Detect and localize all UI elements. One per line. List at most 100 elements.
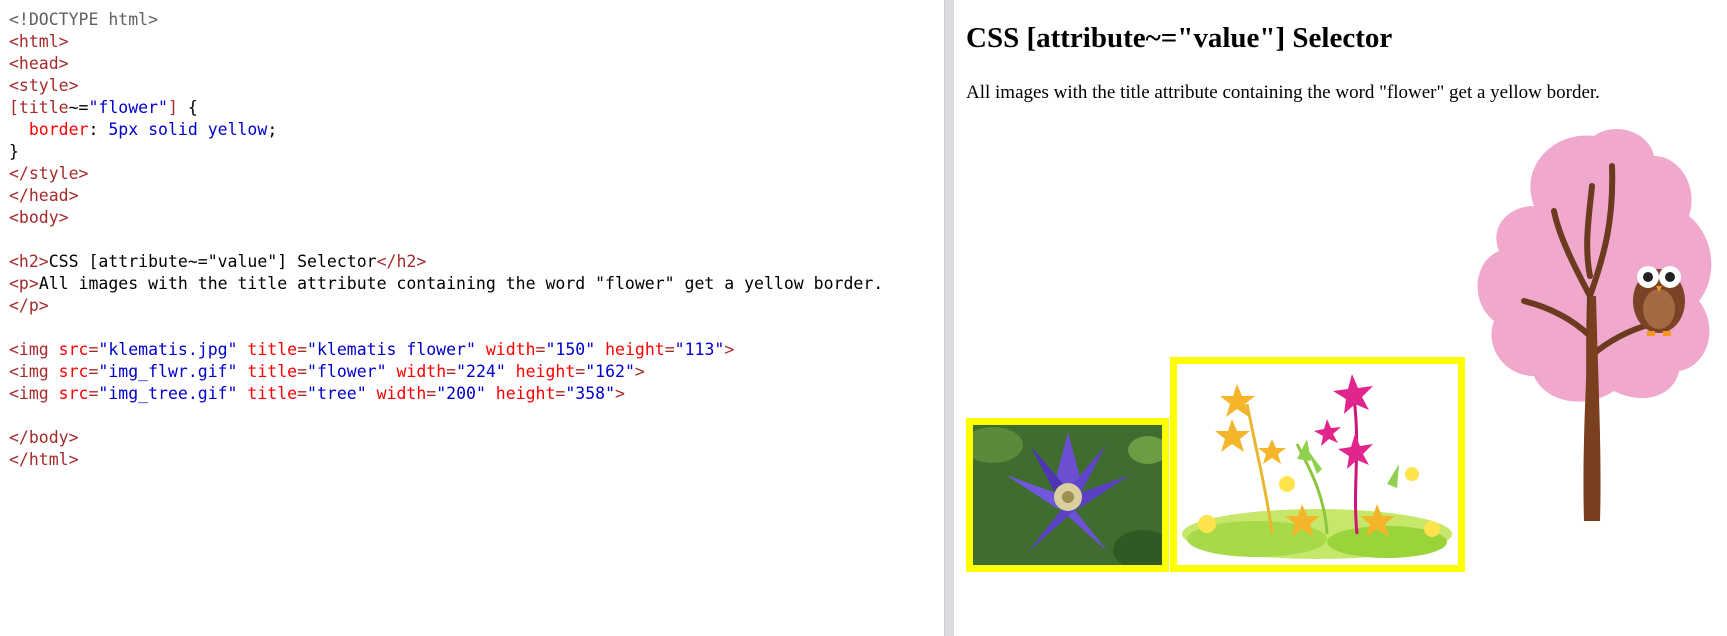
code-token: </head> xyxy=(9,186,79,205)
code-token: > xyxy=(615,384,625,403)
code-token: height xyxy=(485,384,556,403)
code-token: "200" xyxy=(436,384,486,403)
code-line: </p> xyxy=(9,295,883,317)
code-token: height xyxy=(505,362,576,381)
code-token: "150" xyxy=(545,340,596,359)
code-token: "img_flwr.gif" xyxy=(98,362,238,381)
code-token: = xyxy=(575,362,586,381)
code-token: <body> xyxy=(9,208,69,227)
code-token: = xyxy=(297,362,308,381)
code-token: <img xyxy=(9,362,59,381)
code-token: "162" xyxy=(585,362,635,381)
code-token: width xyxy=(366,384,427,403)
code-token: title xyxy=(237,340,298,359)
code-line: <head> xyxy=(9,53,883,75)
code-token: "flower" xyxy=(88,98,168,117)
result-panel: CSS [attribute~="value"] Selector All im… xyxy=(954,0,1727,636)
code-token: = xyxy=(88,384,99,403)
code-token: ] xyxy=(167,98,178,117)
code-token: </p> xyxy=(9,296,49,315)
code-line: } xyxy=(9,141,883,163)
code-token: </h2> xyxy=(376,252,427,271)
code-token: src xyxy=(58,362,89,381)
code-token: <img xyxy=(9,384,59,403)
code-line: border: 5px solid yellow; xyxy=(9,119,883,141)
code-token: border xyxy=(28,120,89,139)
code-line: </body> xyxy=(9,427,883,449)
code-line: </head> xyxy=(9,185,883,207)
code-token: CSS [attribute~="value"] Selector xyxy=(48,252,377,271)
code-token: = xyxy=(88,362,99,381)
code-token: "224" xyxy=(456,362,506,381)
result-paragraph: All images with the title attribute cont… xyxy=(966,82,1600,103)
code-token: height xyxy=(595,340,665,359)
code-token: src xyxy=(58,384,89,403)
code-token: "113" xyxy=(674,340,725,359)
code-token: src xyxy=(58,340,89,359)
code-token: } xyxy=(9,142,19,161)
code-line: <html> xyxy=(9,31,883,53)
code-token: width xyxy=(386,362,447,381)
code-token: ~= xyxy=(68,98,89,117)
code-token: 5px solid yellow xyxy=(108,120,268,139)
code-token: ; xyxy=(267,120,278,139)
code-token: = xyxy=(664,340,675,359)
code-token: = xyxy=(446,362,457,381)
code-token: : xyxy=(88,120,109,139)
code-token: <head> xyxy=(9,54,69,73)
result-heading: CSS [attribute~="value"] Selector xyxy=(966,22,1393,54)
code-editor-panel[interactable]: <!DOCTYPE html> <html> <head> <style> [title… xyxy=(0,0,944,636)
code-token: "img_tree.gif" xyxy=(98,384,238,403)
code-line: <img src="klematis.jpg" title="klematis … xyxy=(9,339,883,361)
code-token: "flower" xyxy=(307,362,387,381)
klematis-flower-icon xyxy=(973,425,1162,565)
code-token: = xyxy=(88,340,99,359)
code-token: "klematis flower" xyxy=(307,340,476,359)
tree-with-owl-icon xyxy=(1477,128,1712,521)
code-token: = xyxy=(555,384,566,403)
code-token: </style> xyxy=(9,164,89,183)
code-token: = xyxy=(297,340,308,359)
code-token: <p> xyxy=(9,274,39,293)
code-token: <img xyxy=(9,340,59,359)
code-token: <html> xyxy=(9,32,69,51)
code-line: </html> xyxy=(9,449,883,471)
code-token: <h2> xyxy=(9,252,49,271)
code-editor-text[interactable]: <!DOCTYPE html> <html> <head> <style> [title… xyxy=(9,9,883,471)
klematis-image xyxy=(966,418,1169,572)
code-token: = xyxy=(297,384,308,403)
code-token: > xyxy=(634,362,645,381)
panel-divider[interactable] xyxy=(944,0,954,636)
code-line: <img src="img_tree.gif" title="tree" wid… xyxy=(9,383,883,405)
code-line: <img src="img_flwr.gif" title="flower" w… xyxy=(9,361,883,383)
code-token: [title xyxy=(9,98,69,117)
code-line: <h2>CSS [attribute~="value"] Selector</h… xyxy=(9,251,883,273)
code-token: title xyxy=(237,362,298,381)
code-line: <body> xyxy=(9,207,883,229)
code-token: = xyxy=(426,384,437,403)
code-token: <!DOCTYPE html> xyxy=(9,10,159,29)
code-token: All images with the title attribute cont… xyxy=(38,274,884,293)
code-line: <!DOCTYPE html> xyxy=(9,9,883,31)
code-line: <p>All images with the title attribute c… xyxy=(9,273,883,295)
code-token: </body> xyxy=(9,428,79,447)
tree-image xyxy=(1464,126,1727,572)
flower-image xyxy=(1170,357,1465,572)
code-token: = xyxy=(535,340,546,359)
code-token: width xyxy=(475,340,536,359)
flower-illustration-icon xyxy=(1177,364,1458,565)
code-token: <style> xyxy=(9,76,79,95)
code-token: "358" xyxy=(565,384,616,403)
code-token: { xyxy=(177,98,198,117)
code-token: title xyxy=(237,384,298,403)
code-token: "klematis.jpg" xyxy=(98,340,238,359)
code-line: <style> xyxy=(9,75,883,97)
code-token: > xyxy=(724,340,735,359)
code-line: </style> xyxy=(9,163,883,185)
code-token: "tree" xyxy=(307,384,367,403)
code-token: </html> xyxy=(9,450,79,469)
